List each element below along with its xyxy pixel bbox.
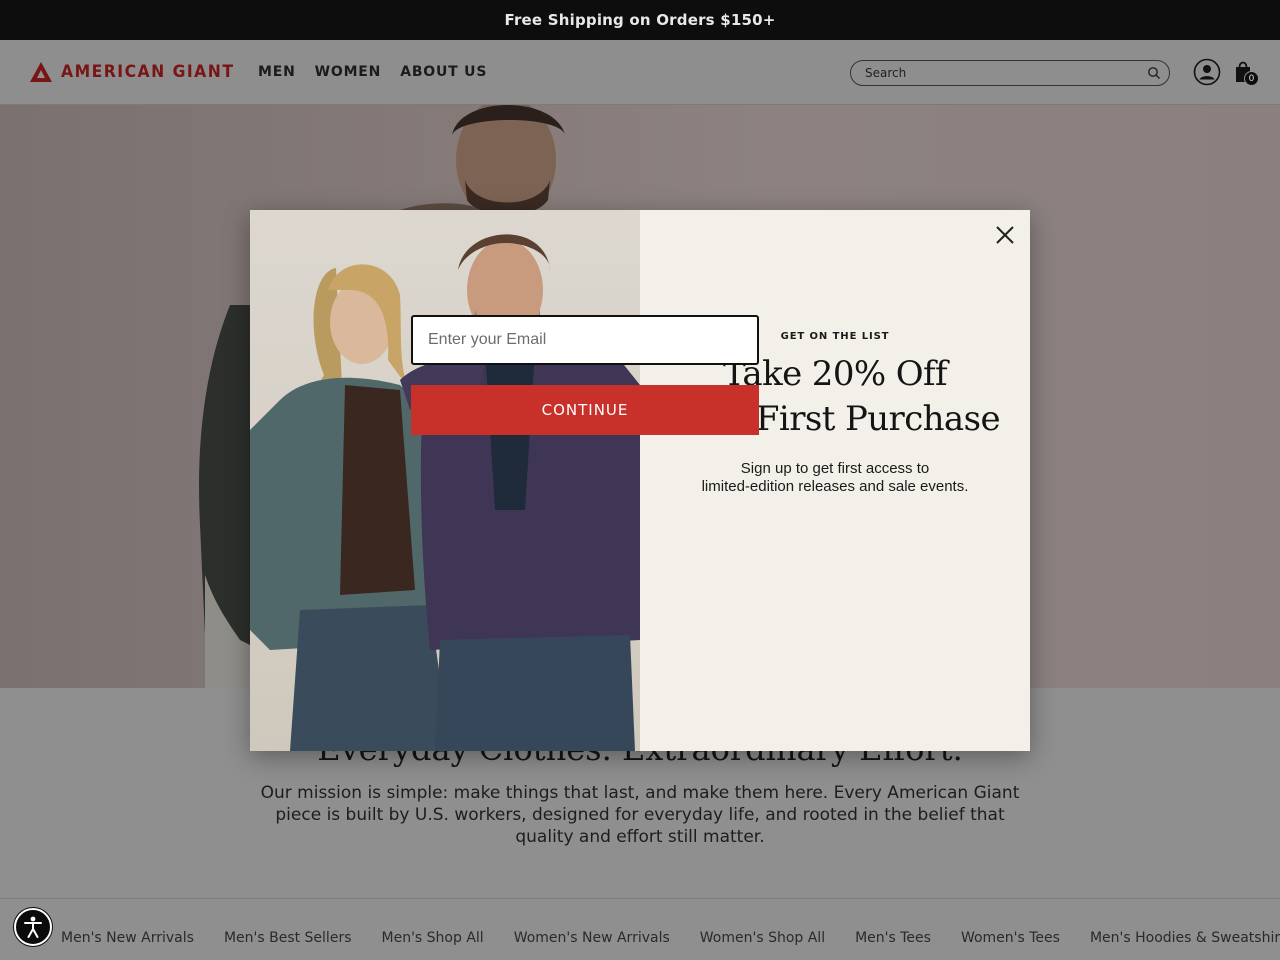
email-field-wrapper [411, 315, 759, 365]
announcement-bar: Free Shipping on Orders $150+ [0, 0, 1280, 40]
email-field[interactable] [411, 315, 759, 365]
brand-logo[interactable]: AMERICAN GIANT [29, 61, 250, 83]
search-input[interactable] [865, 64, 1135, 82]
signup-modal: GET ON THE LIST Take 20% Off Your First … [250, 210, 1030, 751]
nav-item-about-us[interactable]: ABOUT US [400, 64, 487, 80]
logo-mark-icon [30, 62, 52, 82]
account-icon[interactable] [1193, 58, 1221, 86]
brand-name: AMERICAN GIANT [61, 62, 235, 82]
link-womens-new-arrivals[interactable]: Women's New Arrivals [514, 930, 670, 946]
category-link-strip: Men's New Arrivals Men's Best Sellers Me… [0, 898, 1280, 960]
search-bar [850, 60, 1170, 86]
subtext-line-2: limited-edition releases and sale events… [701, 478, 969, 495]
link-womens-tees[interactable]: Women's Tees [961, 930, 1060, 946]
announcement-text: Free Shipping on Orders $150+ [504, 11, 776, 29]
accessibility-button[interactable] [14, 908, 52, 946]
link-mens-best-sellers[interactable]: Men's Best Sellers [224, 930, 352, 946]
nav-item-women[interactable]: WOMEN [315, 64, 382, 80]
models-photo [250, 234, 640, 751]
modal-content: GET ON THE LIST Take 20% Off Your First … [640, 210, 1030, 751]
modal-subtext: Sign up to get first access to limited-e… [640, 460, 1030, 496]
site-header: AMERICAN GIANT MEN WOMEN ABOUT US 0 [0, 40, 1280, 105]
link-mens-tees[interactable]: Men's Tees [855, 930, 931, 946]
cart-count-badge: 0 [1244, 71, 1259, 86]
mission-text: Our mission is simple: make things that … [260, 783, 1020, 847]
accessibility-icon [24, 916, 42, 938]
link-mens-hoodies[interactable]: Men's Hoodies & Sweatshirts [1090, 930, 1280, 946]
modal-photo [250, 210, 640, 751]
search-icon[interactable] [1147, 66, 1161, 80]
link-womens-shop-all[interactable]: Women's Shop All [700, 930, 825, 946]
main-nav: MEN WOMEN ABOUT US [258, 64, 487, 80]
continue-button[interactable]: CONTINUE [411, 385, 759, 435]
subtext-line-1: Sign up to get first access to [740, 460, 930, 477]
link-mens-shop-all[interactable]: Men's Shop All [382, 930, 484, 946]
close-icon[interactable] [994, 224, 1016, 246]
link-mens-new-arrivals[interactable]: Men's New Arrivals [61, 930, 194, 946]
nav-item-men[interactable]: MEN [258, 64, 296, 80]
